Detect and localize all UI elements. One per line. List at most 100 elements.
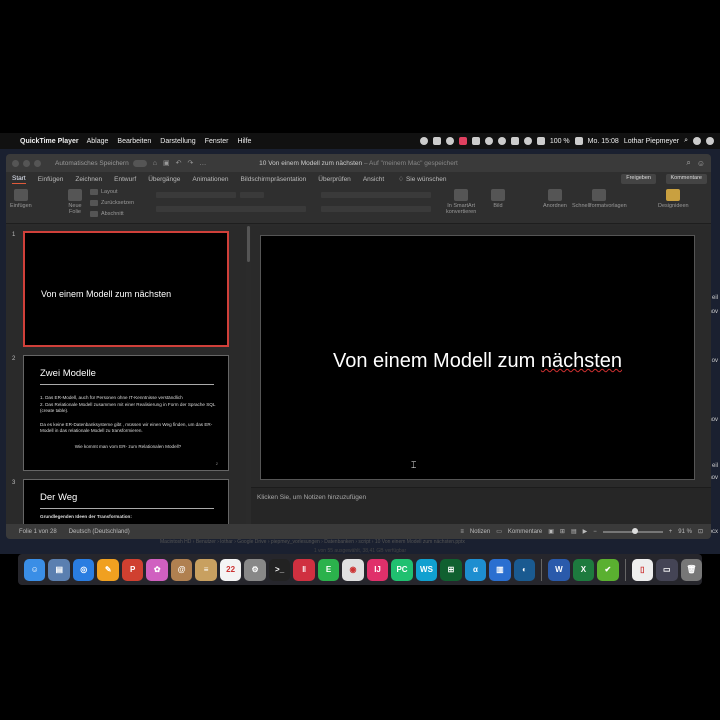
cloud-icon[interactable] [445, 137, 454, 145]
record-icon[interactable] [419, 137, 428, 145]
clock[interactable]: Mo. 15:08 [588, 138, 619, 145]
tab-uebergaenge[interactable]: Übergänge [148, 176, 180, 183]
siri-icon[interactable] [693, 137, 701, 145]
dock-safari-icon[interactable]: ◎ [72, 558, 95, 581]
dock-trello-icon[interactable]: ▥ [489, 558, 511, 581]
time-machine-icon[interactable] [484, 137, 493, 145]
dock-powerpoint-red-icon[interactable]: P [121, 558, 144, 581]
redo-icon[interactable]: ↷ [187, 159, 193, 167]
slide-thumbnail-1[interactable]: Von einem Modell zum nächsten [23, 231, 229, 347]
reset-button[interactable]: Zurücksetzen [90, 200, 134, 206]
tab-bildschirmpraesentation[interactable]: Bildschirmpräsentation [241, 176, 307, 183]
mail-badge-icon[interactable] [458, 137, 467, 145]
slideshow-icon[interactable]: ▶ [583, 528, 588, 535]
dock-webstorm-icon[interactable]: WS [415, 558, 438, 581]
dock-trash-icon[interactable]: 🗑 [680, 558, 703, 581]
menu-hilfe[interactable]: Hilfe [237, 138, 251, 145]
dock-pycharm-icon[interactable]: PC [391, 558, 413, 581]
dock-downloads-icon[interactable]: ▭ [656, 558, 678, 581]
font-family-dropdown[interactable] [156, 192, 236, 198]
slide-sorter-icon[interactable]: ⊞ [560, 528, 565, 535]
sync-icon[interactable] [497, 137, 506, 145]
dock-excel-icon[interactable]: X [572, 558, 595, 581]
dock-photos-icon[interactable]: ✿ [146, 558, 168, 581]
tab-entwurf[interactable]: Entwurf [114, 176, 136, 183]
smartart-button[interactable]: In SmartArt konvertieren [446, 189, 476, 215]
reading-view-icon[interactable]: ▤ [571, 528, 577, 535]
zoom-level[interactable]: 91 % [678, 529, 692, 535]
bluetooth-icon[interactable] [510, 137, 519, 145]
dock-checkmark-icon[interactable]: ✔ [597, 558, 619, 581]
desktop-file-label[interactable]: eil [712, 463, 718, 469]
notification-center-icon[interactable] [706, 137, 714, 145]
quick-styles-button[interactable]: Schnellformatvorlagen [572, 189, 627, 209]
normal-view-icon[interactable]: ▣ [548, 528, 554, 535]
menu-ablage[interactable]: Ablage [87, 138, 109, 145]
dock-evernote-icon[interactable]: E [317, 558, 340, 581]
dock-document-icon[interactable]: ▯ [631, 558, 654, 581]
dock-intellij-icon[interactable]: IJ [366, 558, 389, 581]
current-slide[interactable]: Von einem Modell zum nächsten ⌶ [260, 235, 695, 480]
battery-percent[interactable]: 100 % [550, 138, 570, 145]
dock-chrome-icon[interactable]: ◉ [342, 558, 364, 581]
dock-finder-icon[interactable]: ☺ [24, 558, 46, 581]
layout-button[interactable]: Layout [90, 189, 118, 195]
picture-button[interactable]: Bild [491, 189, 505, 209]
menu-bearbeiten[interactable]: Bearbeiten [117, 138, 151, 145]
home-icon[interactable]: ⌂ [153, 160, 157, 167]
tell-me-search[interactable]: Sie wünschen [406, 176, 446, 183]
fit-slide-icon[interactable]: ⊡ [698, 528, 703, 535]
dock-terminal-icon[interactable]: >_ [268, 558, 291, 581]
design-ideas-button[interactable]: Designideen [658, 189, 689, 209]
thumbnail-scrollbar[interactable] [247, 226, 250, 262]
volume-icon[interactable] [536, 137, 545, 145]
tab-einfuegen[interactable]: Einfügen [38, 176, 64, 183]
dock-notes-icon[interactable]: ≡ [195, 558, 217, 581]
notes-pane[interactable]: Klicken Sie, um Notizen hinzuzufügen [251, 487, 711, 524]
share-button[interactable]: Freigeben [621, 174, 656, 184]
dock-contacts-icon[interactable]: @ [170, 558, 193, 581]
zoom-slider[interactable] [602, 527, 663, 534]
minimize-window-button[interactable] [23, 159, 30, 167]
desktop-file-label[interactable]: ov [712, 358, 718, 364]
comments-button[interactable]: Kommentare [665, 174, 707, 184]
dock-network-icon[interactable]: ⊞ [440, 558, 462, 581]
dropbox-icon[interactable] [432, 137, 441, 145]
zoom-in-icon[interactable]: + [669, 529, 673, 535]
paste-button[interactable]: Einfügen [10, 189, 32, 209]
dock-pages-icon[interactable]: ✎ [97, 558, 119, 581]
dock-parallels-icon[interactable]: ‖ [293, 558, 315, 581]
zoom-slider-knob[interactable] [632, 527, 639, 534]
new-slide-button[interactable]: Neue Folie [68, 189, 82, 215]
tab-ueberpruefen[interactable]: Überprüfen [318, 176, 351, 183]
more-icon[interactable]: … [199, 160, 206, 167]
menu-app-name[interactable]: QuickTime Player [20, 138, 79, 145]
dock-preview-icon[interactable]: ▤ [48, 558, 70, 581]
desktop-file-label[interactable]: eil [712, 295, 718, 301]
dock-preferences-icon[interactable]: ⚙ [244, 558, 266, 581]
menu-fenster[interactable]: Fenster [205, 138, 229, 145]
wifi-icon[interactable] [523, 137, 532, 145]
alignment-row[interactable] [321, 206, 431, 212]
dock-calendar-icon[interactable]: 22 [219, 558, 242, 581]
search-icon[interactable]: ⌕ [686, 158, 690, 168]
font-size-dropdown[interactable] [240, 192, 264, 198]
slide-title[interactable]: Von einem Modell zum nächsten [261, 350, 694, 373]
paragraph-row[interactable] [321, 192, 431, 198]
tab-ansicht[interactable]: Ansicht [363, 176, 384, 183]
menu-darstellung[interactable]: Darstellung [160, 138, 195, 145]
tab-zeichnen[interactable]: Zeichnen [75, 176, 102, 183]
save-icon[interactable]: ▣ [163, 159, 170, 167]
dock-edge-icon[interactable]: ◐ [513, 558, 536, 581]
arrange-button[interactable]: Anordnen [543, 189, 567, 209]
dock-word-icon[interactable]: W [548, 558, 570, 581]
spotlight-icon[interactable]: ⌕ [684, 137, 688, 145]
close-window-button[interactable] [12, 159, 19, 167]
undo-icon[interactable]: ↶ [176, 159, 182, 167]
zoom-window-button[interactable] [34, 159, 41, 167]
dock-affinity-icon[interactable]: α [464, 558, 487, 581]
tab-start[interactable]: Start [12, 175, 26, 184]
font-format-row[interactable] [156, 206, 306, 212]
tab-animationen[interactable]: Animationen [192, 176, 228, 183]
user-name[interactable]: Lothar Piepmeyer [624, 138, 679, 145]
